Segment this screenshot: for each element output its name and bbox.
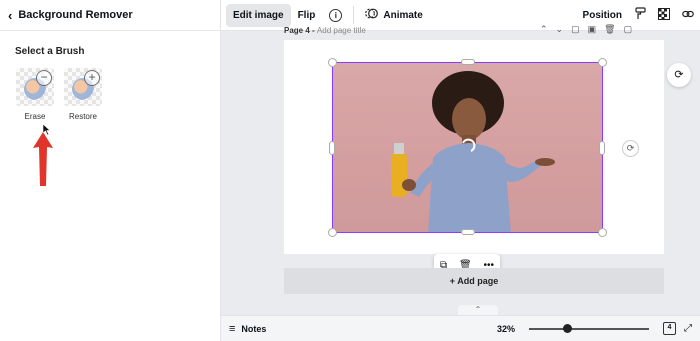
- page-actions: ⌃ ⌄ ▢ ▣ 🗑 ▢: [540, 24, 632, 35]
- resize-handle-bottom[interactable]: [461, 229, 475, 235]
- panel-title: Background Remover: [18, 9, 133, 21]
- minus-circle-icon: −: [36, 70, 52, 86]
- add-page-icon[interactable]: ▢: [624, 24, 633, 35]
- restore-brush-thumbnail: +: [64, 68, 102, 106]
- chevron-up-icon[interactable]: ⌃: [458, 305, 498, 315]
- section-title: Select a Brush: [15, 46, 85, 57]
- erase-brush-thumbnail: −: [16, 68, 54, 106]
- animate-label: Animate: [383, 9, 423, 21]
- notes-button[interactable]: ≡ Notes: [229, 323, 266, 335]
- flip-button[interactable]: Flip: [291, 4, 323, 27]
- paint-roller-icon[interactable]: [629, 7, 652, 23]
- link-icon[interactable]: [676, 8, 700, 22]
- woman-photo: [391, 71, 555, 232]
- resize-handle-bottom-left[interactable]: [328, 228, 337, 237]
- zoom-slider-knob[interactable]: [562, 323, 572, 333]
- plus-circle-icon: +: [84, 70, 100, 86]
- edit-image-button[interactable]: Edit image: [226, 3, 291, 27]
- add-page-button[interactable]: + Add page: [284, 268, 664, 294]
- notes-label: Notes: [241, 323, 267, 334]
- pages-count-icon[interactable]: 4: [663, 322, 676, 335]
- resize-handle-bottom-right[interactable]: [598, 228, 607, 237]
- back-chevron-icon[interactable]: ‹: [8, 8, 12, 23]
- restore-label: Restore: [68, 112, 97, 121]
- delete-page-icon[interactable]: 🗑: [604, 24, 615, 35]
- zoom-slider[interactable]: [529, 323, 649, 333]
- resize-handle-top[interactable]: [461, 59, 475, 65]
- fullscreen-icon[interactable]: ⤢: [684, 323, 692, 334]
- lock-icon[interactable]: ▢: [571, 24, 580, 35]
- page-title-input[interactable]: Add page title: [317, 26, 366, 35]
- resize-handle-top-right[interactable]: [598, 58, 607, 67]
- info-icon[interactable]: i: [329, 8, 343, 22]
- erase-label: Erase: [24, 112, 46, 121]
- toolbar-divider: [353, 6, 355, 24]
- notes-icon: ≡: [229, 322, 236, 335]
- refresh-icon[interactable]: ⟳: [667, 63, 691, 87]
- resize-handle-right[interactable]: [599, 141, 605, 155]
- animate-button[interactable]: Animate: [358, 4, 429, 27]
- resize-handle-left[interactable]: [329, 141, 335, 155]
- red-arrow-annotation-icon: [30, 130, 56, 193]
- rotate-icon[interactable]: ⟳: [622, 140, 639, 157]
- bottom-bar: ≡ Notes 32% 4 ⤢: [221, 315, 700, 341]
- restore-brush-button[interactable]: + Restore: [63, 68, 103, 121]
- selected-image[interactable]: [332, 62, 603, 233]
- zoom-level[interactable]: 32%: [497, 324, 515, 334]
- chevron-up-icon[interactable]: ⌃: [540, 24, 548, 35]
- erase-brush-button[interactable]: − Erase: [15, 68, 55, 121]
- background-remover-panel: ‹ Background Remover Select a Brush − Er…: [0, 0, 221, 341]
- panel-header: ‹ Background Remover: [0, 0, 220, 31]
- resize-handle-top-left[interactable]: [328, 58, 337, 67]
- page-label: Page 4 - Add page title: [284, 26, 366, 35]
- animate-icon: [365, 8, 379, 22]
- duplicate-page-icon[interactable]: ▣: [588, 24, 597, 35]
- transparency-icon[interactable]: [652, 7, 676, 23]
- chevron-down-icon[interactable]: ⌄: [556, 24, 564, 35]
- page-number-label: Page 4 -: [284, 26, 315, 35]
